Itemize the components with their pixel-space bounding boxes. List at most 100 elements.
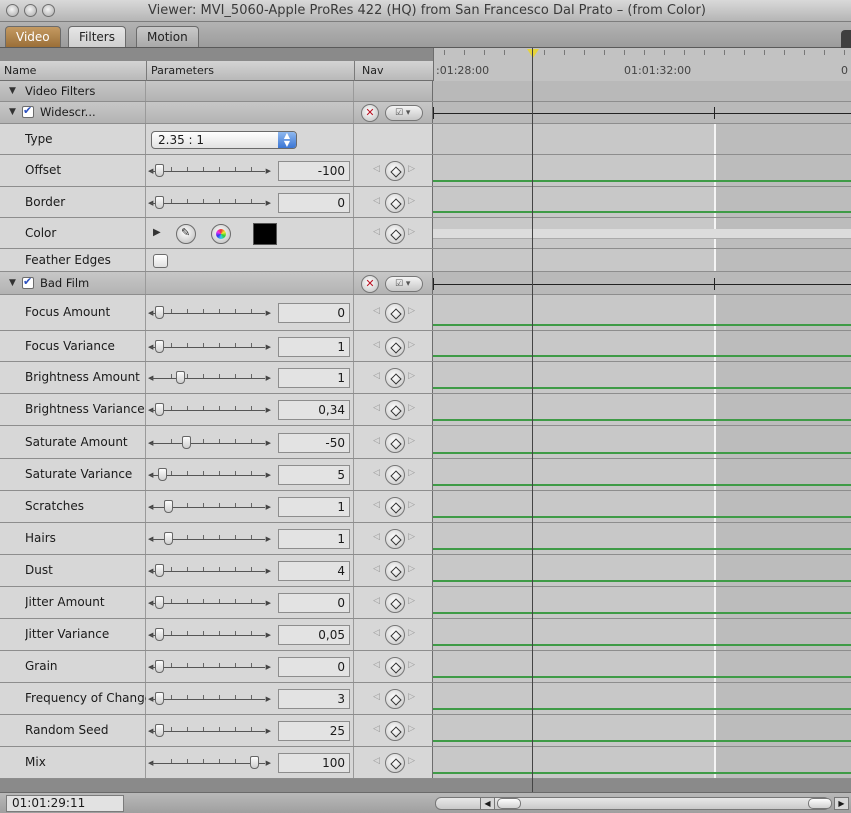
previous-keyframe-icon[interactable]: ◁ bbox=[373, 756, 380, 766]
scroll-thumb-right[interactable] bbox=[808, 798, 832, 809]
slider-knob[interactable] bbox=[155, 692, 165, 705]
keyframe-diamond-icon[interactable] bbox=[385, 224, 405, 244]
keyframe-diamond-icon[interactable] bbox=[385, 433, 405, 453]
value-slider[interactable]: ◀▶ bbox=[148, 724, 271, 738]
scroll-left-arrow-icon[interactable]: ◀ bbox=[480, 797, 495, 810]
value-slider[interactable]: ◀▶ bbox=[148, 403, 271, 417]
slider-right-arrow-icon[interactable]: ▶ bbox=[266, 567, 271, 575]
slider-knob[interactable] bbox=[155, 660, 165, 673]
next-keyframe-icon[interactable]: ▷ bbox=[408, 196, 415, 206]
slider-right-arrow-icon[interactable]: ▶ bbox=[266, 535, 271, 543]
slider-right-arrow-icon[interactable]: ▶ bbox=[266, 503, 271, 511]
slider-knob[interactable] bbox=[155, 403, 165, 416]
value-slider[interactable]: ◀▶ bbox=[148, 564, 271, 578]
zoom-window-button[interactable] bbox=[42, 4, 55, 17]
color-picker-icon[interactable] bbox=[211, 224, 231, 244]
reset-x-icon[interactable]: ✕ bbox=[361, 104, 379, 122]
keyframe-track[interactable] bbox=[433, 362, 851, 393]
keyframe-diamond-icon[interactable] bbox=[385, 689, 405, 709]
value-field[interactable]: 25 bbox=[278, 721, 350, 741]
value-field[interactable]: 1 bbox=[278, 337, 350, 357]
value-slider[interactable]: ◀▶ bbox=[148, 692, 271, 706]
keyframe-diamond-icon[interactable] bbox=[385, 303, 405, 323]
color-swatch[interactable] bbox=[253, 223, 277, 245]
next-keyframe-icon[interactable]: ▷ bbox=[408, 371, 415, 381]
previous-keyframe-icon[interactable]: ◁ bbox=[373, 564, 380, 574]
aspect-type-popup[interactable]: 2.35 : 1 ▲ ▼ bbox=[151, 131, 297, 149]
value-field[interactable]: 0 bbox=[278, 193, 350, 213]
next-keyframe-icon[interactable]: ▷ bbox=[408, 340, 415, 350]
value-field[interactable]: 100 bbox=[278, 753, 350, 773]
keyframe-diamond-icon[interactable] bbox=[385, 368, 405, 388]
value-field[interactable]: 4 bbox=[278, 561, 350, 581]
slider-knob[interactable] bbox=[155, 724, 165, 737]
next-keyframe-icon[interactable]: ▷ bbox=[408, 724, 415, 734]
slider-knob[interactable] bbox=[155, 628, 165, 641]
slider-knob[interactable] bbox=[155, 306, 165, 319]
keyframe-track[interactable] bbox=[433, 426, 851, 458]
keyframe-diamond-icon[interactable] bbox=[385, 497, 405, 517]
next-keyframe-icon[interactable]: ▷ bbox=[408, 692, 415, 702]
previous-keyframe-icon[interactable]: ◁ bbox=[373, 227, 380, 237]
slider-right-arrow-icon[interactable]: ▶ bbox=[266, 727, 271, 735]
filter-menu-icon[interactable]: ☑ ▾ bbox=[385, 276, 423, 292]
keyframe-track[interactable] bbox=[433, 619, 851, 650]
tab-filters[interactable]: Filters bbox=[68, 26, 126, 47]
filter-menu-icon[interactable]: ☑ ▾ bbox=[385, 105, 423, 121]
keyframe-diamond-icon[interactable] bbox=[385, 161, 405, 181]
disclosure-triangle-icon[interactable]: ▼ bbox=[9, 107, 16, 117]
previous-keyframe-icon[interactable]: ◁ bbox=[373, 196, 380, 206]
keyframe-track[interactable] bbox=[433, 295, 851, 330]
next-keyframe-icon[interactable]: ▷ bbox=[408, 532, 415, 542]
next-keyframe-icon[interactable]: ▷ bbox=[408, 306, 415, 316]
value-field[interactable]: 1 bbox=[278, 497, 350, 517]
slider-right-arrow-icon[interactable]: ▶ bbox=[266, 663, 271, 671]
previous-keyframe-icon[interactable]: ◁ bbox=[373, 532, 380, 542]
value-field[interactable]: 3 bbox=[278, 689, 350, 709]
value-slider[interactable]: ◀▶ bbox=[148, 164, 271, 178]
keyframe-diamond-icon[interactable] bbox=[385, 529, 405, 549]
value-field[interactable]: 0,34 bbox=[278, 400, 350, 420]
previous-keyframe-icon[interactable]: ◁ bbox=[373, 164, 380, 174]
keyframe-track[interactable] bbox=[433, 187, 851, 217]
keyframe-diamond-icon[interactable] bbox=[385, 193, 405, 213]
playhead-marker-icon[interactable] bbox=[527, 49, 539, 58]
slider-right-arrow-icon[interactable]: ▶ bbox=[266, 406, 271, 414]
value-field[interactable]: -50 bbox=[278, 433, 350, 453]
slider-knob[interactable] bbox=[155, 196, 165, 209]
previous-keyframe-icon[interactable]: ◁ bbox=[373, 468, 380, 478]
value-field[interactable]: 0 bbox=[278, 593, 350, 613]
value-field[interactable]: 0 bbox=[278, 303, 350, 323]
slider-right-arrow-icon[interactable]: ▶ bbox=[266, 374, 271, 382]
value-slider[interactable]: ◀▶ bbox=[148, 628, 271, 642]
slider-right-arrow-icon[interactable]: ▶ bbox=[266, 309, 271, 317]
filter-enable-checkbox[interactable] bbox=[22, 275, 34, 289]
slider-right-arrow-icon[interactable]: ▶ bbox=[266, 695, 271, 703]
scroll-right-arrow-icon[interactable]: ▶ bbox=[834, 797, 849, 810]
filter-enable-checkbox[interactable] bbox=[22, 104, 34, 118]
keyframe-track[interactable] bbox=[433, 715, 851, 746]
keyframe-track[interactable] bbox=[433, 747, 851, 778]
value-slider[interactable]: ◀▶ bbox=[148, 306, 271, 320]
minimize-window-button[interactable] bbox=[24, 4, 37, 17]
previous-keyframe-icon[interactable]: ◁ bbox=[373, 692, 380, 702]
disclosure-triangle-icon[interactable]: ▼ bbox=[9, 86, 16, 96]
previous-keyframe-icon[interactable]: ◁ bbox=[373, 628, 380, 638]
color-disclosure-icon[interactable]: ▶ bbox=[153, 227, 161, 238]
keyframe-diamond-icon[interactable] bbox=[385, 753, 405, 773]
close-window-button[interactable] bbox=[6, 4, 19, 17]
value-slider[interactable]: ◀▶ bbox=[148, 500, 271, 514]
value-field[interactable]: 1 bbox=[278, 368, 350, 388]
value-slider[interactable]: ◀▶ bbox=[148, 436, 271, 450]
keyframe-diamond-icon[interactable] bbox=[385, 337, 405, 357]
slider-right-arrow-icon[interactable]: ▶ bbox=[266, 167, 271, 175]
eyedropper-icon[interactable]: ✎ bbox=[176, 224, 196, 244]
tab-video[interactable]: Video bbox=[5, 26, 61, 47]
keyframe-track[interactable] bbox=[433, 331, 851, 361]
keyframe-track[interactable] bbox=[433, 81, 851, 101]
keyframe-track[interactable] bbox=[433, 155, 851, 186]
previous-keyframe-icon[interactable]: ◁ bbox=[373, 660, 380, 670]
next-keyframe-icon[interactable]: ▷ bbox=[408, 564, 415, 574]
previous-keyframe-icon[interactable]: ◁ bbox=[373, 403, 380, 413]
keyframe-diamond-icon[interactable] bbox=[385, 657, 405, 677]
